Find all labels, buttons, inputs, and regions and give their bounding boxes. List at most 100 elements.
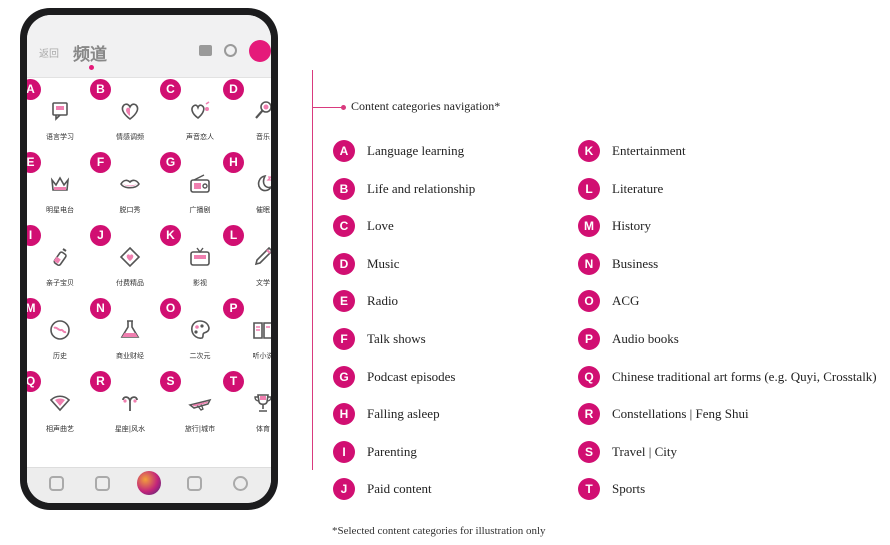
legend-label: Constellations | Feng Shui — [612, 406, 749, 422]
category-letter-badge: H — [223, 152, 244, 173]
globe-icon — [50, 320, 70, 340]
legend-letter-badge: G — [333, 365, 355, 388]
category-tile[interactable]: R 星座|风水 — [90, 369, 158, 439]
category-tile[interactable]: N 商业财经 — [90, 296, 158, 366]
category-label: 影视 — [193, 279, 207, 287]
category-tile[interactable]: P 听小说 — [223, 296, 271, 366]
category-tile[interactable]: J 付费精品 — [90, 223, 158, 293]
category-label: 商业财经 — [116, 352, 144, 360]
legend-letter-badge: S — [578, 440, 600, 463]
legend-label: ACG — [612, 293, 640, 309]
category-label: 声音恋人 — [186, 133, 214, 141]
category-tile[interactable]: L 文学 — [223, 223, 271, 293]
legend-label: Language learning — [367, 143, 465, 158]
category-tile[interactable]: T 体育 — [223, 369, 271, 439]
category-tile[interactable]: Q 相声曲艺 — [27, 369, 88, 439]
legend-label: Business — [612, 255, 659, 271]
legend-letter-badge: H — [333, 403, 355, 426]
legend-letter-badge: K — [578, 140, 600, 162]
legend-label: Music — [367, 255, 400, 271]
category-tile[interactable]: G 广播剧 — [160, 150, 228, 220]
category-label: 旅行|城市 — [184, 425, 216, 433]
category-tile[interactable]: I 亲子宝贝 — [27, 223, 88, 293]
microphone-icon — [255, 101, 271, 119]
category-letter-badge: J — [90, 225, 111, 246]
bottom-tab-bar — [27, 467, 271, 503]
legend-letter-badge: I — [333, 440, 355, 463]
category-letter-badge: I — [27, 225, 41, 246]
trophy-icon — [254, 394, 271, 412]
back-button[interactable]: 返回 — [39, 45, 59, 60]
category-tile[interactable]: A 语言学习 — [27, 77, 88, 147]
legend-label: Travel | City — [612, 443, 677, 459]
search-icon[interactable] — [224, 44, 237, 57]
legend-letter-badge: C — [333, 215, 355, 238]
category-label: 文学 — [256, 279, 270, 287]
legend-label: Sports — [612, 481, 646, 497]
home-icon[interactable] — [199, 45, 212, 56]
phone-frame: 返回 频道 A 语言学习 B 情感调频 C 声音恋人 D 音乐 E 明星电台 F 脱口秀 G 广播剧 H 催眠… — [20, 8, 278, 510]
legend-letter-badge: N — [578, 252, 600, 275]
legend-letter-badge: O — [578, 290, 600, 313]
annotation-connector — [312, 107, 342, 108]
pen-icon — [254, 246, 271, 266]
tab-video-icon[interactable] — [95, 476, 110, 491]
category-tile[interactable]: M 历史 — [27, 296, 88, 366]
tab-profile-icon[interactable] — [233, 476, 248, 491]
category-label: 历史 — [53, 352, 67, 360]
moon-icon — [257, 174, 271, 192]
category-letter-badge: C — [160, 79, 181, 100]
tab-indicator — [89, 65, 94, 70]
lips-icon — [120, 179, 140, 189]
category-label: 催眠 — [256, 206, 270, 214]
category-tile[interactable]: K 影视 — [160, 223, 228, 293]
category-tile[interactable]: H 催眠 — [223, 150, 271, 220]
app-header: 返回 频道 — [27, 15, 271, 78]
tab-home-icon[interactable] — [49, 476, 64, 491]
speech-bubble-icon — [52, 102, 68, 121]
diamond-heart-icon — [119, 246, 141, 268]
category-label: 明星电台 — [46, 206, 74, 214]
footnote: *Selected content categories for illustr… — [332, 525, 546, 537]
avatar[interactable] — [249, 40, 271, 62]
legend-label: History — [612, 218, 651, 234]
category-tile[interactable]: D 音乐 — [223, 77, 271, 147]
book-icon — [253, 322, 271, 339]
annotation-dot — [341, 105, 346, 110]
category-label: 体育 — [256, 425, 270, 433]
fan-icon — [49, 395, 71, 412]
category-letter-badge: R — [90, 371, 111, 392]
category-tile[interactable]: F 脱口秀 — [90, 150, 158, 220]
category-label: 相声曲艺 — [46, 425, 74, 433]
category-label: 情感调频 — [116, 133, 144, 141]
category-tile[interactable]: E 明星电台 — [27, 150, 88, 220]
legend-label: Love — [367, 218, 394, 234]
legend-letter-badge: R — [578, 403, 600, 426]
legend-label: Falling asleep — [367, 406, 440, 422]
category-letter-badge: F — [90, 152, 111, 173]
heart-icon — [121, 103, 139, 121]
tab-player-icon[interactable] — [137, 471, 161, 495]
category-tile[interactable]: B 情感调频 — [90, 77, 158, 147]
category-label: 语言学习 — [46, 133, 74, 141]
category-letter-badge: A — [27, 79, 41, 100]
legend-label: Radio — [367, 293, 399, 309]
category-label: 音乐 — [256, 133, 270, 141]
legend-letter-badge: Q — [578, 365, 600, 388]
legend-label: Talk shows — [367, 331, 426, 346]
baby-bottle-icon — [53, 248, 67, 267]
radio-icon — [190, 174, 210, 193]
annotation-label: Content categories navigation* — [351, 99, 501, 113]
category-label: 星座|风水 — [114, 425, 146, 433]
category-letter-badge: B — [90, 79, 111, 100]
category-tile[interactable]: C 声音恋人 — [160, 77, 228, 147]
category-tile[interactable]: O 二次元 — [160, 296, 228, 366]
category-label: 亲子宝贝 — [46, 279, 74, 287]
legend-letter-badge: L — [578, 177, 600, 200]
category-tile[interactable]: S 旅行|城市 — [160, 369, 228, 439]
category-letter-badge: K — [160, 225, 181, 246]
category-letter-badge: M — [27, 298, 41, 319]
tab-discover-icon[interactable] — [187, 476, 202, 491]
legend-letter-badge: M — [578, 215, 600, 238]
category-label: 付费精品 — [116, 279, 144, 287]
